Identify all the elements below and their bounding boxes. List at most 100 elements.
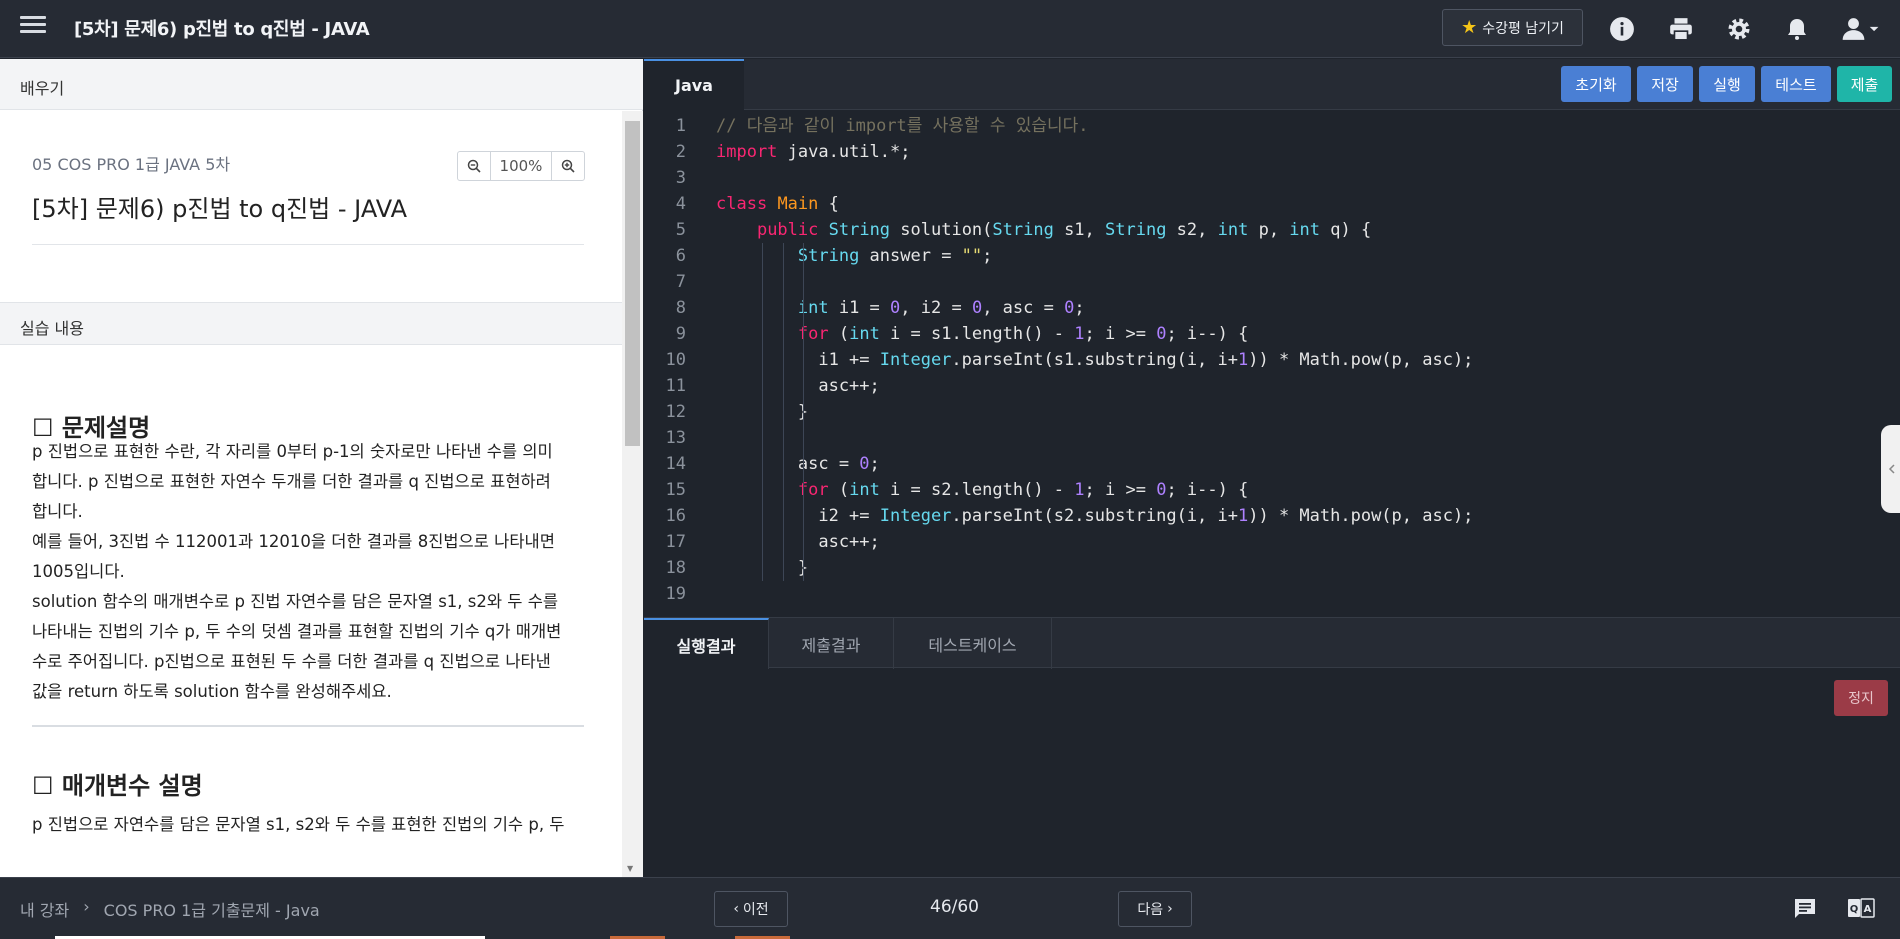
- code-text: String answer = "";: [797, 246, 993, 266]
- print-icon[interactable]: [1664, 12, 1698, 46]
- code-line[interactable]: 9 for (int i = s1.length() - 1; i >= 0; …: [644, 321, 1900, 347]
- prev-button[interactable]: ‹ 이전: [714, 891, 788, 927]
- description-line: solution 함수의 매개변수로 p 진법 자연수를 담은 문자열 s1, …: [32, 592, 559, 611]
- code-line[interactable]: 14 asc = 0;: [644, 451, 1900, 477]
- line-number: 7: [675, 272, 686, 292]
- description-line: 나타내는 진법의 기수 p, 두 수의 덧셈 결과를 표현할 진법의 기수 q가…: [32, 622, 562, 641]
- line-number: 4: [675, 194, 686, 214]
- scroll-down-arrow-icon[interactable]: ▼: [627, 864, 633, 873]
- code-line[interactable]: 15 for (int i = s2.length() - 1; i >= 0;…: [644, 477, 1900, 503]
- code-line[interactable]: 5 public String solution(String s1, Stri…: [644, 217, 1900, 243]
- line-number: 9: [675, 324, 686, 344]
- code-line[interactable]: 1 // 다음과 같이 import를 사용할 수 있습니다.: [644, 113, 1900, 139]
- breadcrumb-my-courses[interactable]: 내 강좌: [20, 897, 69, 921]
- code-line[interactable]: 19: [644, 581, 1900, 607]
- stop-button[interactable]: 정지: [1834, 680, 1888, 716]
- code-line[interactable]: 18 }: [644, 555, 1900, 581]
- code-line[interactable]: 12 }: [644, 399, 1900, 425]
- run-button[interactable]: 실행: [1699, 66, 1755, 102]
- chevron-left-icon: ‹: [733, 901, 739, 917]
- tab-run-result[interactable]: 실행결과: [644, 618, 769, 669]
- line-number: 8: [675, 298, 686, 318]
- code-line[interactable]: 13: [644, 425, 1900, 451]
- collapse-handle[interactable]: [1881, 425, 1900, 513]
- indent-guide: [803, 243, 804, 581]
- breadcrumb-course[interactable]: COS PRO 1급 기출문제 - Java: [104, 897, 320, 921]
- course-name: 05 COS PRO 1급 JAVA 5차: [32, 155, 231, 174]
- reset-button[interactable]: 초기화: [1561, 66, 1631, 102]
- description-line: p 진법으로 표현한 수란, 각 자리를 0부터 p-1의 숫자로만 나타낸 수…: [32, 442, 553, 461]
- line-number: 3: [675, 168, 686, 188]
- line-number: 19: [665, 584, 686, 604]
- code-text: public String solution(String s1, String…: [756, 220, 1372, 240]
- problem-description: p 진법으로 표현한 수란, 각 자리를 0부터 p-1의 숫자로만 나타낸 수…: [32, 437, 587, 707]
- info-icon[interactable]: [1605, 12, 1639, 46]
- description-line: 값을 return 하도록 solution 함수를 완성해주세요.: [32, 682, 392, 701]
- svg-text:A: A: [1864, 904, 1872, 915]
- code-line[interactable]: 8 int i1 = 0, i2 = 0, asc = 0;: [644, 295, 1900, 321]
- editor-toolbar: Java 초기화 저장 실행 테스트 제출: [644, 59, 1900, 110]
- code-text: asc = 0;: [716, 454, 880, 474]
- zoom-out-icon[interactable]: [458, 152, 490, 180]
- line-number: 12: [665, 402, 686, 422]
- write-review-button[interactable]: ★ 수강평 남기기: [1442, 9, 1583, 46]
- lesson-content[interactable]: 05 COS PRO 1급 JAVA 5차 100% [5차] 문제6) p진법…: [0, 111, 622, 877]
- code-line[interactable]: 4 class Main {: [644, 191, 1900, 217]
- divider: [32, 244, 584, 245]
- breadcrumb: 내 강좌 › COS PRO 1급 기출문제 - Java: [20, 897, 320, 921]
- svg-text:Q: Q: [1850, 904, 1859, 915]
- line-number: 10: [665, 350, 686, 370]
- code-text: // 다음과 같이 import를 사용할 수 있습니다.: [716, 116, 1089, 136]
- user-menu-icon[interactable]: [1838, 12, 1882, 46]
- practice-header: 실습 내용: [0, 302, 622, 345]
- code-text: asc++;: [716, 376, 880, 396]
- scrollbar-thumb[interactable]: [625, 121, 640, 446]
- code-text: i2 += Integer.parseInt(s2.substring(i, i…: [716, 506, 1474, 526]
- code-line[interactable]: 7: [644, 269, 1900, 295]
- save-button[interactable]: 저장: [1637, 66, 1693, 102]
- code-line[interactable]: 11 asc++;: [644, 373, 1900, 399]
- tab-java[interactable]: Java: [644, 59, 744, 110]
- line-number: 11: [665, 376, 686, 396]
- gear-icon[interactable]: [1722, 12, 1756, 46]
- chat-icon[interactable]: [1790, 894, 1820, 924]
- hamburger-menu-icon[interactable]: [20, 16, 46, 42]
- section-heading-parameters: ☐ 매개변수 설명: [32, 772, 203, 800]
- line-number: 1: [675, 116, 686, 136]
- zoom-in-icon[interactable]: [552, 152, 584, 180]
- code-text: asc++;: [716, 532, 880, 552]
- qa-icon[interactable]: QA: [1846, 894, 1876, 924]
- code-text: import java.util.*;: [716, 142, 911, 162]
- line-number: 6: [675, 246, 686, 266]
- code-line[interactable]: 17 asc++;: [644, 529, 1900, 555]
- result-output: [644, 669, 1900, 877]
- code-line[interactable]: 2 import java.util.*;: [644, 139, 1900, 165]
- code-line[interactable]: 3: [644, 165, 1900, 191]
- code-editor[interactable]: 1 // 다음과 같이 import를 사용할 수 있습니다. 2 import ja…: [644, 111, 1900, 617]
- description-line: 1005입니다.: [32, 562, 125, 581]
- code-text: for (int i = s2.length() - 1; i >= 0; i-…: [797, 480, 1249, 500]
- line-number: 13: [665, 428, 686, 448]
- tab-submit-result[interactable]: 제출결과: [769, 618, 894, 669]
- code-text: class Main {: [716, 194, 839, 214]
- code-line[interactable]: 10 i1 += Integer.parseInt(s1.substring(i…: [644, 347, 1900, 373]
- lesson-scrollbar[interactable]: ▼: [622, 111, 643, 877]
- learn-header: 배우기: [0, 59, 643, 110]
- bottom-bar: 내 강좌 › COS PRO 1급 기출문제 - Java ‹ 이전 46/60…: [0, 877, 1900, 939]
- line-number: 17: [665, 532, 686, 552]
- test-button[interactable]: 테스트: [1761, 66, 1831, 102]
- code-line[interactable]: 6 String answer = "";: [644, 243, 1900, 269]
- submit-button[interactable]: 제출: [1837, 66, 1892, 102]
- code-text: int i1 = 0, i2 = 0, asc = 0;: [797, 298, 1085, 318]
- next-button[interactable]: 다음 ›: [1118, 891, 1192, 927]
- code-line[interactable]: 16 i2 += Integer.parseInt(s2.substring(i…: [644, 503, 1900, 529]
- parameter-description: p 진법으로 자연수를 담은 문자열 s1, s2와 두 수를 표현한 진법의 …: [32, 815, 565, 834]
- bell-icon[interactable]: [1780, 12, 1814, 46]
- next-label: 다음: [1137, 902, 1164, 918]
- description-line: 수로 주어집니다. p진법으로 표현된 두 수를 더한 결과를 q 진법으로 나…: [32, 652, 551, 671]
- code-text: i1 += Integer.parseInt(s1.substring(i, i…: [716, 350, 1474, 370]
- star-icon: ★: [1461, 16, 1478, 38]
- results-tabbar: 실행결과 제출결과 테스트케이스: [644, 617, 1900, 669]
- line-number: 14: [665, 454, 686, 474]
- tab-testcases[interactable]: 테스트케이스: [894, 618, 1052, 669]
